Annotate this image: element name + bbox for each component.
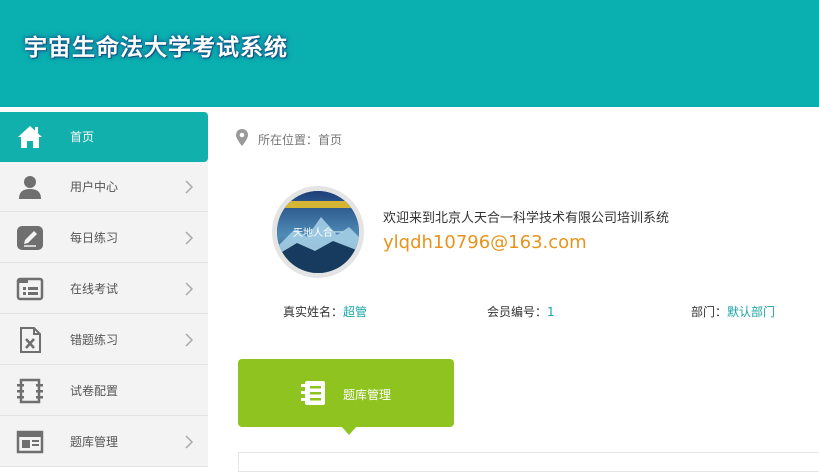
sidebar-item-label: 首页 — [70, 130, 95, 144]
sidebar-item-question-bank[interactable]: 题库管理 — [0, 417, 208, 467]
chevron-right-icon — [185, 180, 194, 194]
chevron-right-icon — [185, 231, 194, 245]
member-id-value: 1 — [547, 305, 555, 319]
sidebar-item-paper-config[interactable]: 试卷配置 — [0, 366, 208, 416]
avatar-image: 天地人合一 — [277, 191, 359, 273]
ruler-icon — [17, 378, 43, 404]
question-bank-tile[interactable]: 题库管理 — [238, 359, 454, 427]
location-pin-icon — [236, 129, 248, 146]
department-label: 部门： — [691, 305, 728, 319]
sidebar: 首页 用户中心 每日练习 在线考试 错题练习 试卷配置 题库管理 — [0, 112, 208, 467]
newspaper-icon — [16, 430, 44, 454]
avatar[interactable]: 天地人合一 — [272, 186, 364, 278]
home-icon — [18, 126, 42, 148]
chevron-right-icon — [185, 333, 194, 347]
member-id-label: 会员编号： — [487, 305, 548, 319]
sidebar-item-user-center[interactable]: 用户中心 — [0, 162, 208, 212]
sidebar-item-label: 用户中心 — [70, 180, 119, 194]
header: 宇宙生命法大学考试系统 — [0, 0, 819, 107]
content-panel — [238, 452, 819, 472]
sidebar-item-daily-practice[interactable]: 每日练习 — [0, 213, 208, 263]
department-value: 默认部门 — [727, 305, 776, 319]
excel-icon — [20, 327, 41, 353]
sidebar-item-label: 题库管理 — [70, 435, 119, 449]
real-name-value: 超管 — [343, 305, 368, 319]
app-title: 宇宙生命法大学考试系统 — [24, 35, 288, 61]
sidebar-item-label: 错题练习 — [70, 333, 119, 347]
tile-label: 题库管理 — [343, 388, 392, 402]
user-email: ylqdh10796@163.com — [383, 232, 587, 253]
sidebar-item-label: 每日练习 — [70, 231, 119, 245]
user-icon — [19, 176, 41, 199]
sidebar-item-wrong-practice[interactable]: 错题练习 — [0, 315, 208, 365]
breadcrumb-text: 所在位置：首页 — [258, 133, 343, 147]
list-icon — [16, 277, 44, 301]
chevron-right-icon — [185, 435, 194, 449]
welcome-text: 欢迎来到北京人天合一科学技术有限公司培训系统 — [383, 211, 670, 226]
department-field: 部门：默认部门 — [691, 303, 775, 320]
real-name-field: 真实姓名：超管 — [283, 303, 367, 320]
tile-pointer — [341, 426, 357, 435]
book-stack-icon — [301, 381, 325, 405]
real-name-label: 真实姓名： — [283, 305, 344, 319]
sidebar-item-online-exam[interactable]: 在线考试 — [0, 264, 208, 314]
sidebar-item-label: 试卷配置 — [70, 384, 119, 398]
avatar-caption: 天地人合一 — [293, 226, 343, 239]
edit-icon — [17, 226, 43, 250]
member-id-field: 会员编号：1 — [487, 303, 555, 320]
chevron-right-icon — [185, 282, 194, 296]
sidebar-item-label: 在线考试 — [70, 282, 119, 296]
sidebar-item-home[interactable]: 首页 — [0, 112, 208, 162]
